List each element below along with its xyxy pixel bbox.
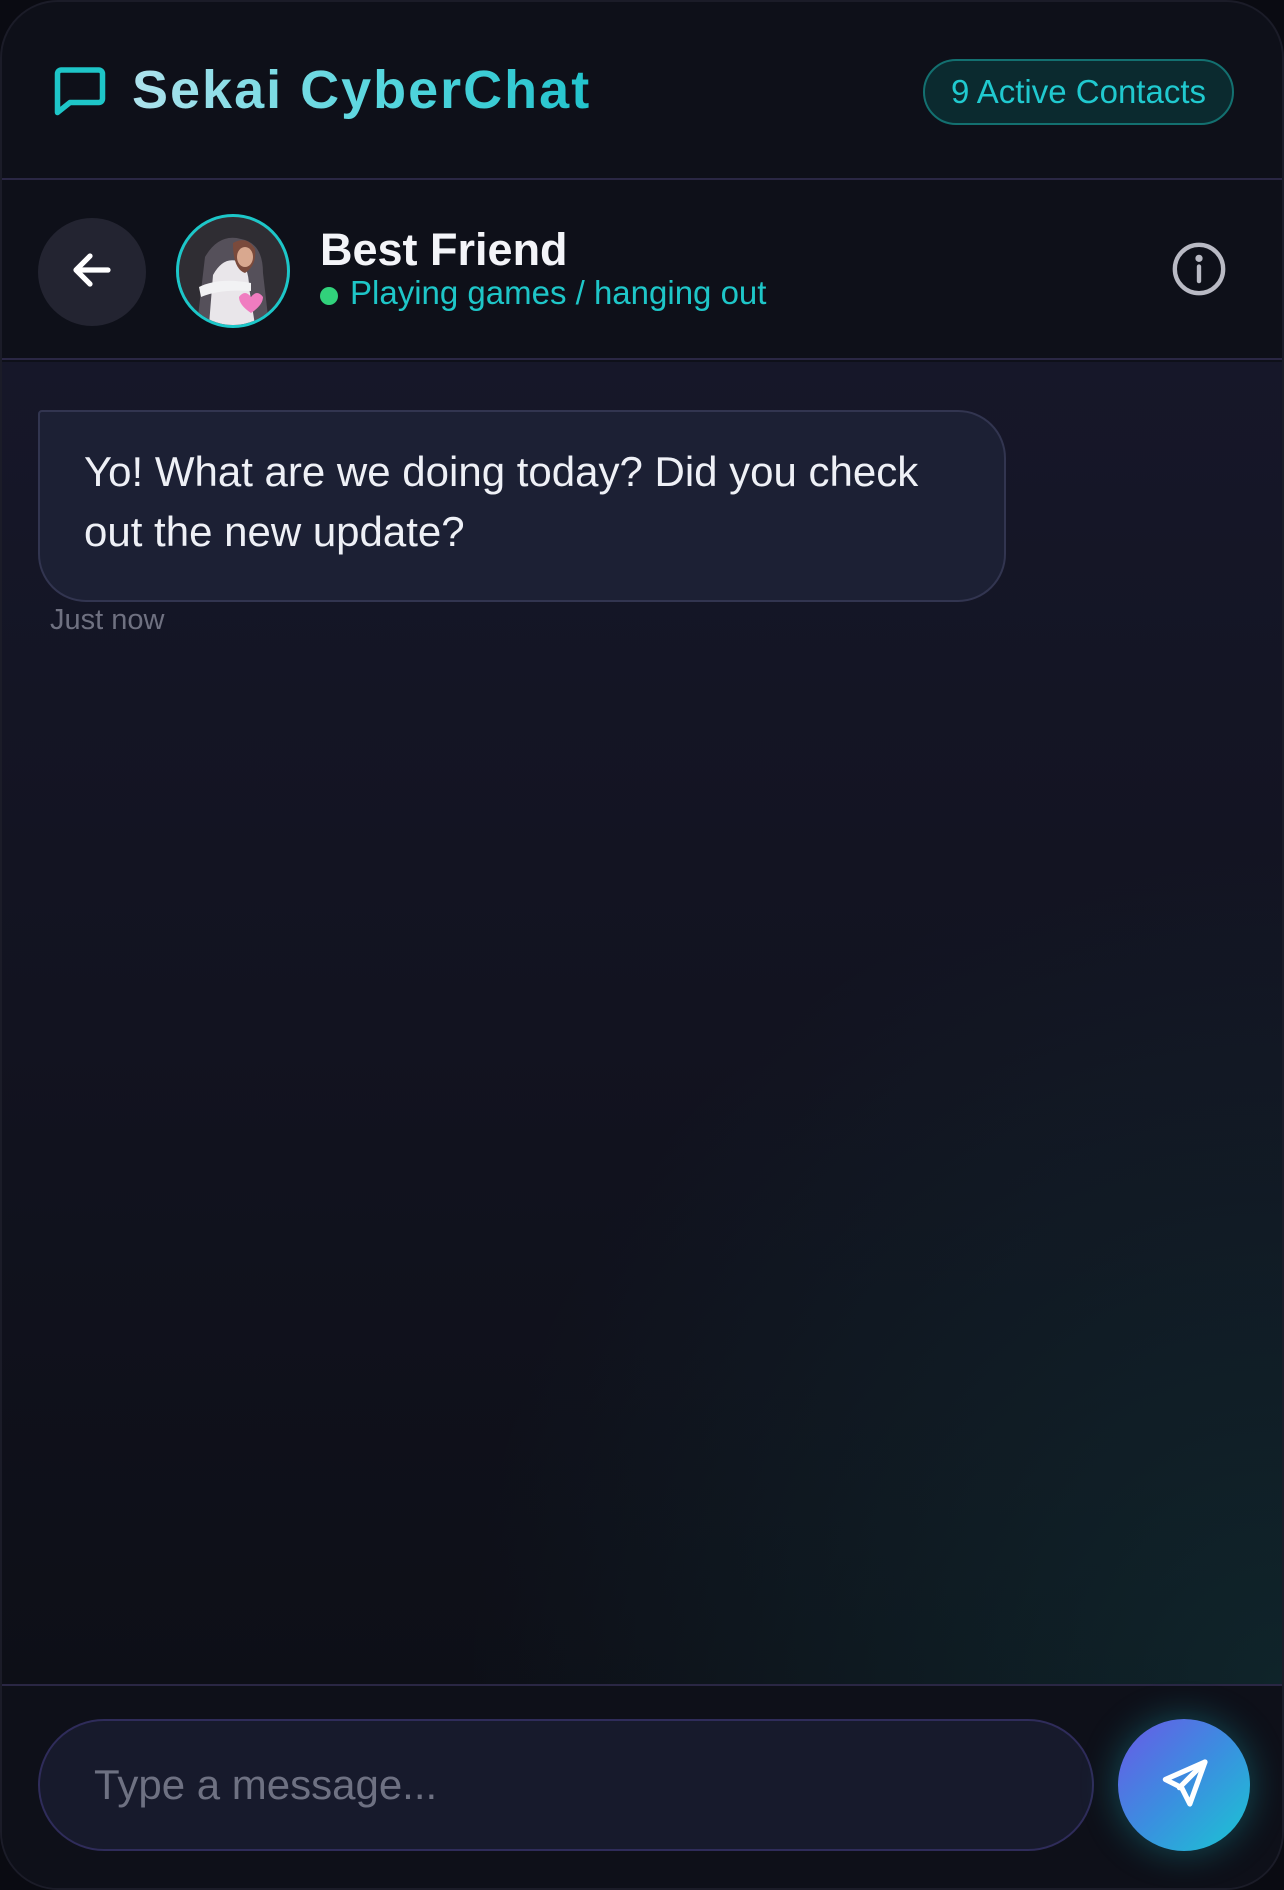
online-status-dot xyxy=(320,287,338,305)
app-window: Sekai CyberChat 9 Active Contacts Best F… xyxy=(0,0,1284,1890)
app-header: Sekai CyberChat 9 Active Contacts xyxy=(2,2,1282,180)
contact-name: Best Friend xyxy=(320,224,568,275)
send-button[interactable] xyxy=(1118,1719,1250,1851)
message-timestamp: Just now xyxy=(50,604,165,636)
chat-header: Best Friend Playing games / hanging out xyxy=(2,182,1282,360)
arrow-left-icon xyxy=(68,246,116,299)
active-contacts-badge[interactable]: 9 Active Contacts xyxy=(923,59,1234,125)
contact-status: Playing games / hanging out xyxy=(350,274,767,311)
avatar[interactable] xyxy=(176,214,290,328)
app-title: Sekai CyberChat xyxy=(132,60,592,120)
message-input[interactable] xyxy=(38,1719,1094,1851)
message-square-icon xyxy=(50,60,110,120)
send-icon xyxy=(1156,1755,1212,1816)
back-button[interactable] xyxy=(38,218,146,326)
info-button[interactable] xyxy=(1168,240,1230,302)
message-composer xyxy=(2,1684,1282,1888)
incoming-message-bubble: Yo! What are we doing today? Did you che… xyxy=(38,410,1006,602)
info-icon xyxy=(1170,240,1228,303)
message-list[interactable]: Yo! What are we doing today? Did you che… xyxy=(2,362,1282,1684)
